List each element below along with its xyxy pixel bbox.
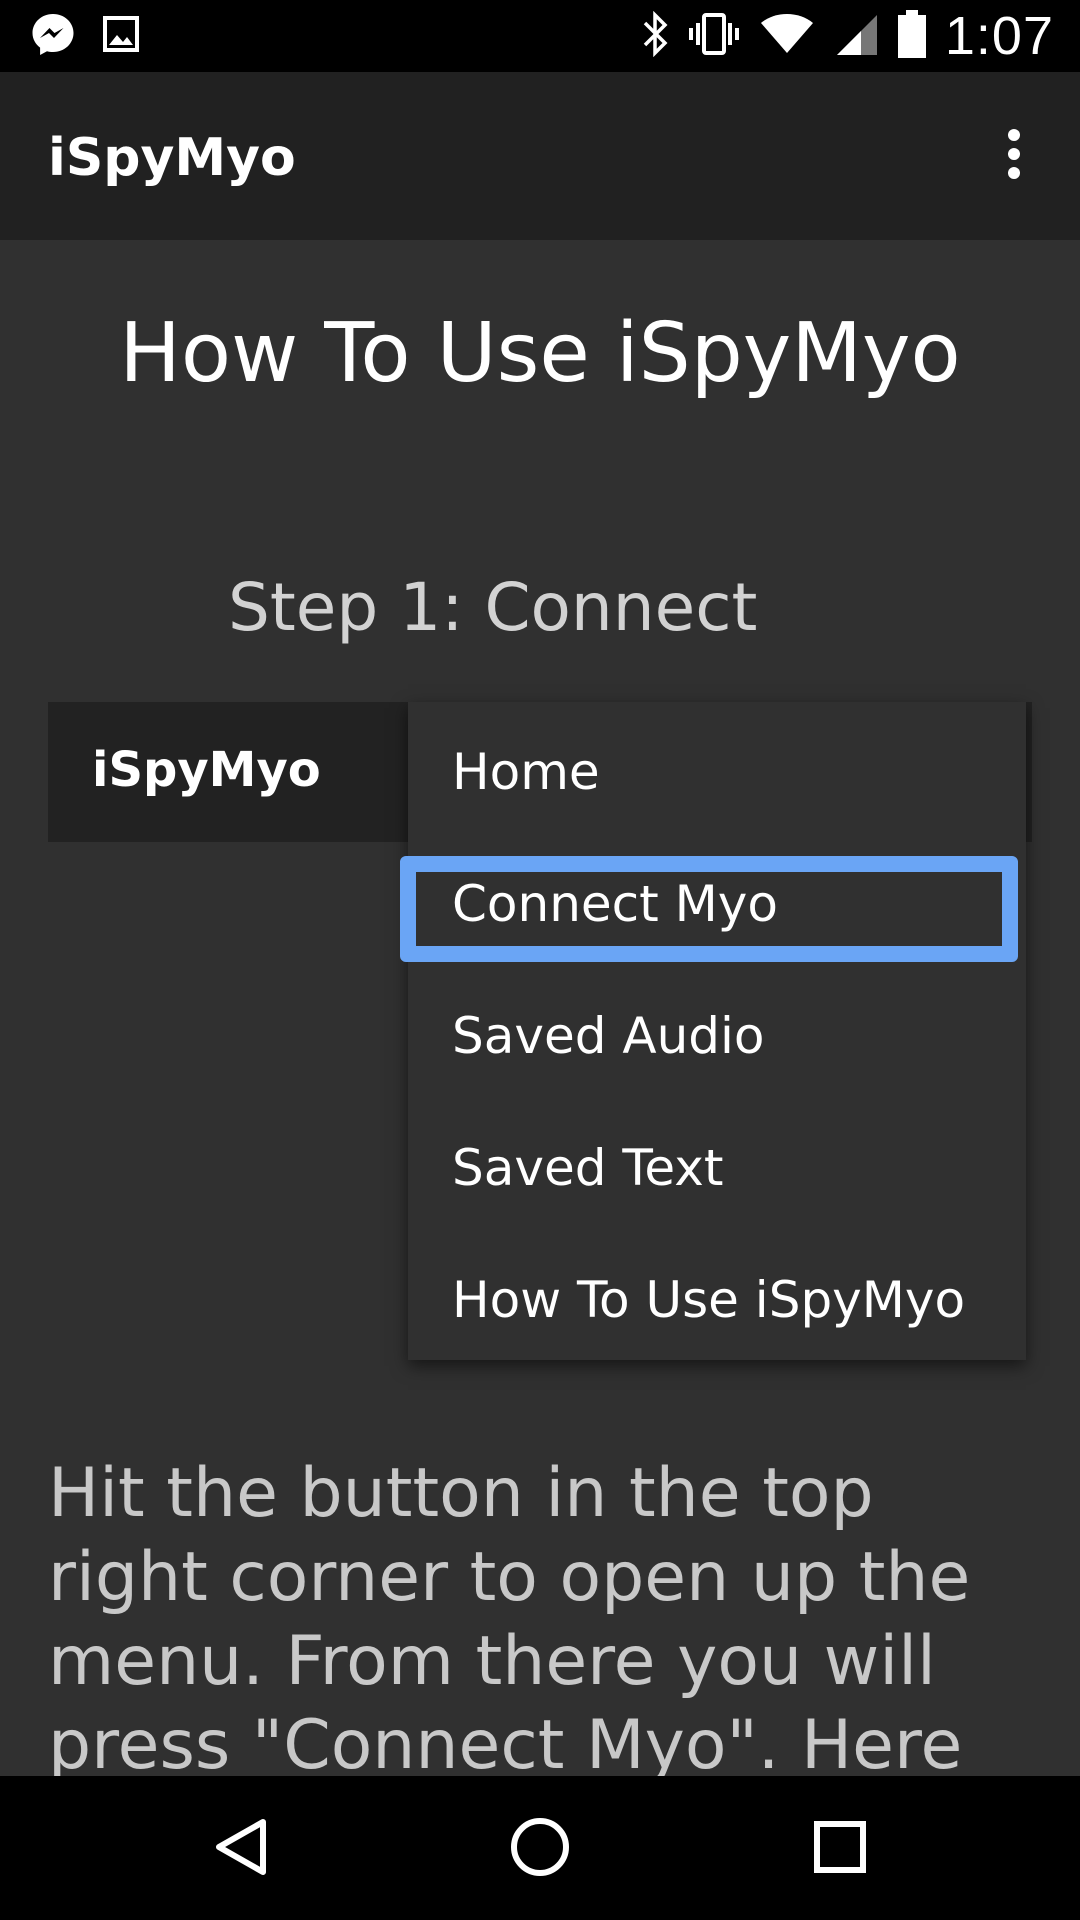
back-button[interactable] (196, 1804, 286, 1894)
app-title: iSpyMyo (48, 128, 296, 188)
navigation-bar (0, 1776, 1080, 1920)
wifi-icon (759, 11, 815, 61)
screen: 1:07 iSpyMyo How To Use iSpyMyo Step 1: … (0, 0, 1080, 1920)
back-icon (213, 1817, 269, 1881)
illustration-menu-item-saved-text: Saved Text (452, 1139, 724, 1197)
bluetooth-icon (641, 10, 669, 61)
status-system-icons: 1:07 (641, 0, 1054, 72)
signal-icon (833, 11, 879, 61)
page-title: How To Use iSpyMyo (119, 306, 961, 401)
home-icon (509, 1816, 571, 1882)
illustration-menu-item-home: Home (452, 743, 600, 801)
illustration-menu-item-saved-audio: Saved Audio (452, 1007, 765, 1065)
status-time: 1:07 (944, 6, 1054, 66)
illustration-app-title: iSpyMyo (92, 742, 321, 798)
illustration-highlight-box (400, 856, 1018, 962)
illustration-overflow-menu: Home Connect Myo Saved Audio Saved Text … (400, 702, 1026, 1360)
app-bar: iSpyMyo (0, 72, 1080, 240)
home-button[interactable] (495, 1804, 585, 1894)
messenger-icon (30, 11, 76, 61)
status-notifications (30, 14, 140, 58)
overflow-menu-button[interactable] (984, 120, 1044, 192)
illustration-menu-item-how-to-use: How To Use iSpyMyo (452, 1271, 966, 1329)
overflow-menu-icon (1004, 128, 1024, 184)
recents-button[interactable] (795, 1804, 885, 1894)
recents-icon (813, 1820, 867, 1878)
step-description: Hit the button in the top right corner t… (48, 1454, 971, 1776)
status-bar: 1:07 (0, 0, 1080, 72)
image-icon (102, 15, 140, 57)
step-title: Step 1: Connect (228, 569, 758, 646)
vibrate-icon (687, 11, 741, 61)
content-scroll-area[interactable]: How To Use iSpyMyo Step 1: Connect iSpyM… (0, 240, 1080, 1776)
battery-icon (897, 9, 927, 63)
